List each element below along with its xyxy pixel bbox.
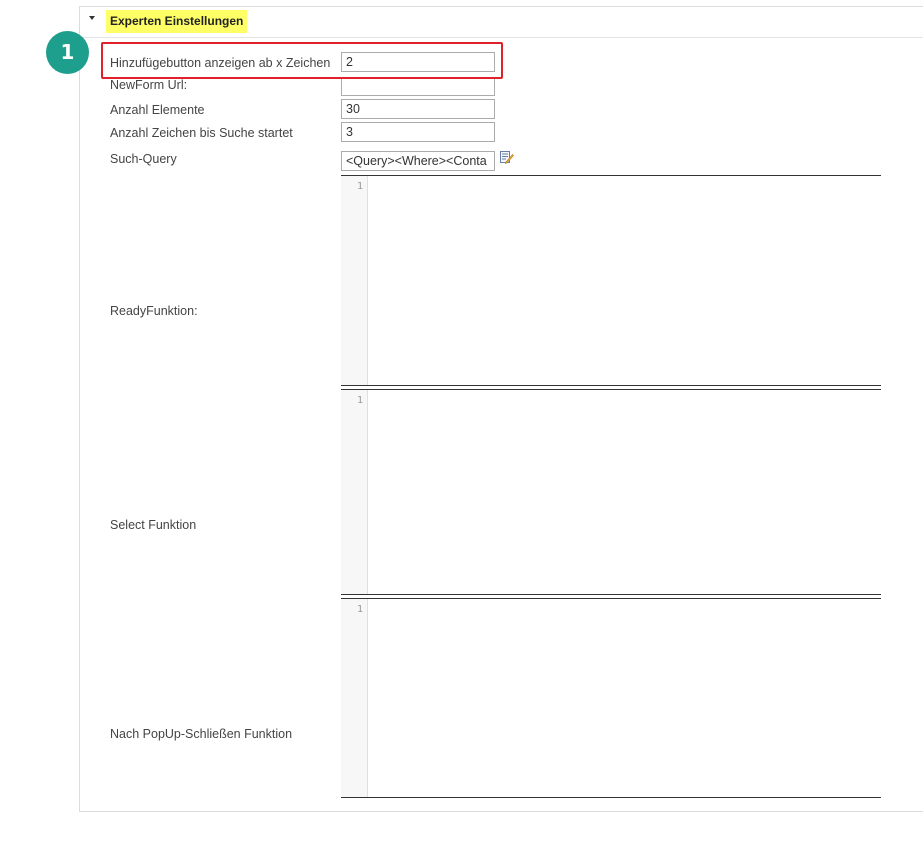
line-number-gutter: 1 bbox=[341, 390, 368, 594]
label-such-query: Such-Query bbox=[110, 152, 177, 166]
edit-pencil-icon[interactable] bbox=[500, 151, 514, 164]
anzahl-elemente-input[interactable] bbox=[341, 99, 495, 119]
collapse-triangle-icon[interactable] bbox=[89, 16, 95, 20]
annotation-highlight-box bbox=[101, 42, 503, 79]
panel-header[interactable]: Experten Einstellungen bbox=[80, 7, 923, 38]
label-nach-popup-schliessen: Nach PopUp-Schließen Funktion bbox=[110, 727, 293, 741]
nach-popup-schliessen-editor[interactable]: 1 bbox=[341, 598, 881, 798]
label-select-funktion: Select Funktion bbox=[110, 518, 197, 532]
newform-url-input[interactable] bbox=[341, 77, 495, 96]
panel-title[interactable]: Experten Einstellungen bbox=[106, 10, 248, 33]
anzahl-zeichen-input[interactable] bbox=[341, 122, 495, 142]
annotation-badge: 1 bbox=[46, 31, 89, 74]
label-ready-funktion: ReadyFunktion: bbox=[110, 304, 198, 318]
ready-funktion-editor[interactable]: 1 bbox=[341, 175, 881, 386]
line-number-gutter: 1 bbox=[341, 599, 368, 797]
line-number: 1 bbox=[356, 604, 363, 615]
such-query-input[interactable] bbox=[341, 151, 495, 171]
label-newform-url: NewForm Url: bbox=[110, 78, 188, 92]
line-number: 1 bbox=[356, 181, 363, 192]
label-anzahl-zeichen: Anzahl Zeichen bis Suche startet bbox=[110, 126, 293, 140]
label-anzahl-elemente: Anzahl Elemente bbox=[110, 103, 205, 117]
line-number-gutter: 1 bbox=[341, 176, 368, 385]
select-funktion-editor[interactable]: 1 bbox=[341, 389, 881, 595]
line-number: 1 bbox=[356, 395, 363, 406]
